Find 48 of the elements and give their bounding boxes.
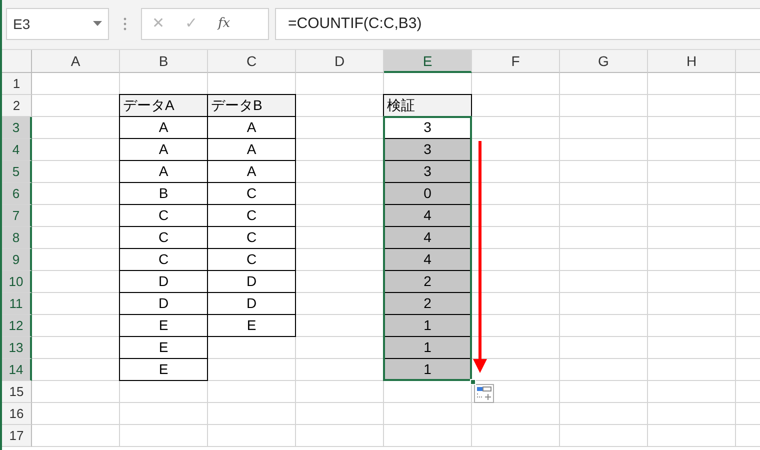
row-header[interactable]: 2: [2, 95, 32, 117]
table-cell: 3: [383, 138, 472, 161]
row-header[interactable]: 8: [2, 227, 32, 249]
table-cell: 検証: [383, 94, 472, 117]
row-header[interactable]: 6: [2, 183, 32, 205]
table-cell: データB: [207, 94, 296, 117]
table-cell: E: [207, 314, 296, 337]
row-header[interactable]: 17: [2, 425, 32, 447]
table-cell: 4: [383, 204, 472, 227]
column-header[interactable]: D: [296, 50, 384, 73]
row-header[interactable]: 3: [2, 117, 32, 139]
table-cell: 2: [383, 292, 472, 315]
row-header[interactable]: 4: [2, 139, 32, 161]
column-header[interactable]: F: [472, 50, 560, 73]
row-header[interactable]: 14: [2, 359, 32, 381]
table-cell: 1: [383, 314, 472, 337]
table-cell: E: [119, 336, 208, 359]
column-header[interactable]: H: [648, 50, 736, 73]
row-header[interactable]: 7: [2, 205, 32, 227]
row-header[interactable]: 16: [2, 403, 32, 425]
row-header[interactable]: 10: [2, 271, 32, 293]
row-header[interactable]: 9: [2, 249, 32, 271]
table-cell: データA: [119, 94, 208, 117]
grip-icon: [123, 17, 127, 31]
table-cell: 4: [383, 226, 472, 249]
formula-field[interactable]: =COUNTIF(C:C,B3): [275, 8, 760, 40]
autofill-options-icon[interactable]: [474, 384, 494, 403]
table-cell: 3: [383, 160, 472, 183]
name-box[interactable]: E3: [6, 8, 109, 40]
row-header[interactable]: 5: [2, 161, 32, 183]
table-cell: 2: [383, 270, 472, 293]
column-header[interactable]: G: [560, 50, 648, 73]
insert-function-button[interactable]: fx: [208, 9, 240, 39]
column-header[interactable]: C: [208, 50, 296, 73]
fill-handle[interactable]: [470, 379, 476, 385]
column-header[interactable]: E: [384, 50, 472, 73]
dropdown-icon[interactable]: [93, 21, 102, 27]
row-header[interactable]: 15: [2, 381, 32, 403]
table-cell: 4: [383, 248, 472, 271]
table-cell: 0: [383, 182, 472, 205]
column-header[interactable]: B: [120, 50, 208, 73]
table-cell: E: [119, 358, 208, 381]
column-header[interactable]: A: [32, 50, 120, 73]
table-cell: 1: [383, 336, 472, 359]
row-header[interactable]: 1: [2, 73, 32, 95]
row-header[interactable]: 12: [2, 315, 32, 337]
row-header[interactable]: 13: [2, 337, 32, 359]
row-header[interactable]: 11: [2, 293, 32, 315]
